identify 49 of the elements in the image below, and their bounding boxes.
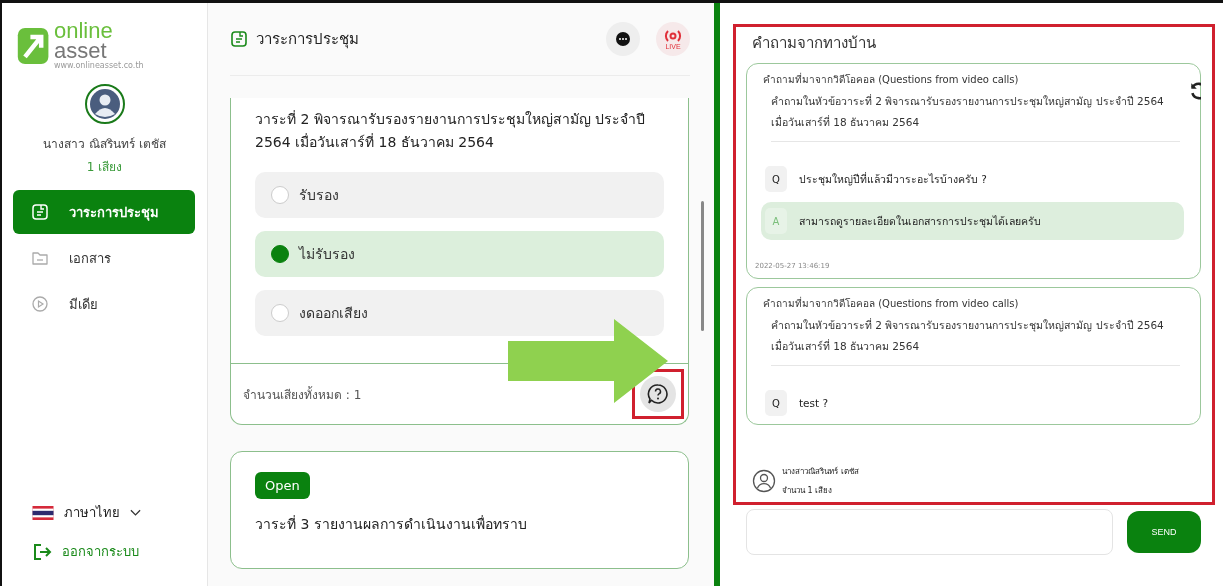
user-name: นางสาว ณิสรินทร์ เตชัส — [43, 136, 166, 154]
scrollbar-thumb[interactable] — [701, 201, 704, 331]
chevron-down-icon — [130, 508, 141, 517]
radio-button[interactable] — [271, 245, 289, 264]
broadcast-icon — [663, 28, 683, 43]
question-bubble-icon — [647, 383, 669, 406]
thread-topic: คำถามในหัวข้อวาระที่ 2 พิจารณารับรองรายงานการประชุมใหญ่สามัญ ประจำปี 2564 เมื่อวันเสาร์ที่ 18 ธันวาคม 2564 — [771, 315, 1180, 366]
vote-option[interactable]: งดออกเสียง — [255, 290, 664, 337]
thai-flag-icon — [32, 505, 54, 520]
vote-option[interactable]: ไม่รับรอง — [255, 231, 664, 278]
play-icon — [31, 295, 49, 314]
chat-button[interactable] — [606, 22, 640, 56]
folder-icon — [31, 249, 49, 268]
message-tag: Q — [765, 390, 787, 416]
thread-topic: คำถามในหัวข้อวาระที่ 2 พิจารณารับรองรายงานการประชุมใหญ่สามัญ ประจำปี 2564 เมื่อวันเสาร์ที่ 18 ธันวาคม 2564 — [771, 91, 1180, 142]
send-button[interactable]: SEND — [1127, 511, 1201, 553]
user-votes: 1 เสียง — [86, 159, 123, 177]
logout-icon — [32, 541, 52, 562]
question-input-field[interactable] — [746, 509, 1113, 555]
document-icon — [230, 30, 248, 48]
nav-item[interactable]: วาระการประชุม — [13, 190, 195, 235]
message-text: ประชุมใหญ่ปีที่แล้วมีวาระอะไรบ้างครับ ? — [799, 171, 987, 188]
thread-source: คำถามที่มาจากวิดีโอคอล (Questions from video calls) — [762, 72, 1020, 87]
message-text: test ? — [799, 397, 829, 409]
voter-name: นางสาวณิสรินทร์ เตชัส — [782, 466, 859, 478]
avatar-icon — [84, 84, 125, 125]
language-selector[interactable]: ภาษาไทย — [32, 502, 141, 523]
thread-source: คำถามที่มาจากวิดีโอคอล (Questions from video calls) — [762, 296, 1020, 311]
page-title: วาระการประชุม — [256, 29, 359, 51]
document-icon — [31, 203, 49, 222]
chat-bubble-icon — [613, 29, 633, 49]
question-button[interactable] — [640, 376, 676, 413]
vote-option[interactable]: รับรอง — [255, 172, 664, 219]
agenda-title: วาระที่ 2 พิจารณารับรองรายงานการประชุมใหญ่สามัญ ประจำปี 2564 เมื่อวันเสาร์ที่ 18 ธันวาคม 2564 — [255, 109, 647, 153]
logo-text: asset — [54, 40, 107, 61]
logout-link[interactable]: ออกจากระบบ — [32, 541, 139, 562]
agenda-title: วาระที่ 3 รายงานผลการดำเนินงานเพื่อทราบ — [255, 514, 528, 535]
logo-text: online — [54, 21, 114, 41]
user-icon — [752, 469, 776, 493]
voter-votes: จำนวน 1 เสียง — [782, 485, 834, 497]
panel-title: คำถามจากทางบ้าน — [752, 33, 877, 54]
nav-item[interactable]: เอกสาร — [13, 236, 195, 281]
vote-total: จำนวนเสียงทั้งหมด : 1 — [243, 385, 363, 404]
nav-item[interactable]: มีเดีย — [13, 282, 195, 327]
message-tag: Q — [765, 166, 787, 192]
status-badge: Open — [255, 472, 310, 500]
message-text: สามารถดูรายละเอียดในเอกสารการประชุมได้เลยครับ — [799, 213, 1041, 230]
logo-url: www.onlineasset.co.th — [54, 60, 144, 71]
message-tag: A — [765, 208, 787, 234]
